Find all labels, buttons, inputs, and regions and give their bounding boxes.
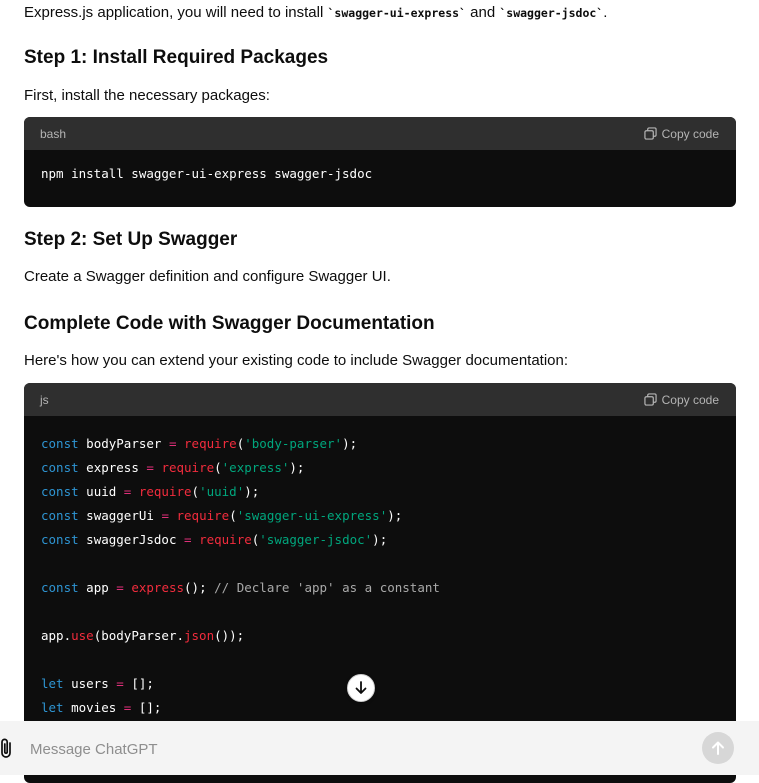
code-token: require [138, 484, 192, 499]
code-token: = [161, 508, 169, 523]
code-token: 'body-parser' [244, 436, 343, 451]
code-token: json [184, 628, 215, 643]
code-token: express [131, 580, 185, 595]
code-token: 'express' [221, 460, 290, 475]
arrow-up-icon [712, 741, 724, 755]
code-line: const express = require('express'); [41, 456, 719, 480]
code-token: ); [244, 484, 260, 499]
code-token: (); [184, 580, 215, 595]
code-token: swaggerUi [78, 508, 162, 523]
code-token: ( [191, 484, 200, 499]
copy-icon [643, 127, 657, 140]
code-line: const app = express(); // Declare 'app' … [41, 576, 719, 600]
code-token: ( [229, 508, 237, 523]
code-token: require [161, 460, 215, 475]
code-line: let users = []; [41, 672, 719, 696]
code-token: require [199, 532, 252, 547]
intro-mid: and [465, 4, 500, 21]
code-token: ); [387, 508, 403, 523]
intro-paragraph: Express.js application, you will need to… [24, 3, 607, 23]
code-token: uuid [78, 484, 124, 499]
copy-code-label: Copy code [661, 126, 719, 141]
code-token: let [41, 676, 64, 691]
code-token: const [41, 580, 79, 595]
code-token: 'swagger-ui-express' [236, 508, 388, 523]
scroll-down-button[interactable] [347, 674, 375, 702]
code-token: require [176, 508, 230, 523]
code-token: []; [123, 676, 154, 691]
paperclip-icon [1, 738, 11, 758]
code-token: ); [372, 532, 388, 547]
code-token: ( [214, 460, 222, 475]
copy-code-label: Copy code [661, 392, 719, 407]
code-line: const swaggerUi = require('swagger-ui-ex… [41, 504, 719, 528]
attach-button[interactable] [0, 737, 14, 759]
code-token: bodyParser [78, 436, 169, 451]
step1-heading: Step 1: Install Required Packages [24, 47, 329, 68]
code-line: const bodyParser = require('body-parser'… [41, 432, 719, 456]
code-token: require [184, 436, 237, 451]
code-token: // Declare 'app' as a constant [214, 580, 440, 595]
code-line: let movies = []; [41, 696, 719, 720]
step2-heading: Step 2: Set Up Swagger [24, 229, 238, 250]
code-token: express [78, 460, 147, 475]
intro-prefix: Express.js application, you will need to… [24, 4, 328, 21]
code-token: const [41, 532, 79, 547]
complete-code-text: Here's how you can extend your existing … [24, 352, 569, 369]
intro-package-2: `swagger-jsdoc` [499, 6, 604, 20]
code-token: users [63, 676, 117, 691]
code-token: const [41, 484, 79, 499]
code-token: []; [131, 700, 162, 715]
code-token: let [41, 700, 64, 715]
copy-code-button[interactable]: Copy code [643, 392, 719, 407]
code-token: 'uuid' [199, 484, 245, 499]
code-token: ()); [214, 628, 245, 643]
step1-text: First, install the necessary packages: [24, 87, 270, 104]
code-token: ); [289, 460, 305, 475]
message-input[interactable] [28, 737, 672, 761]
code-token: = [116, 580, 124, 595]
bash-code-block: bash Copy code npm install swagger-ui-ex… [24, 117, 736, 207]
code-token: = [116, 676, 124, 691]
code-line: const swaggerJsdoc = require('swagger-js… [41, 528, 719, 552]
code-line: const uuid = require('uuid'); [41, 480, 719, 504]
code-language-label: js [40, 392, 49, 407]
code-token: swaggerJsdoc [78, 532, 184, 547]
code-token: const [41, 460, 79, 475]
copy-icon [643, 393, 657, 406]
code-token: 'swagger-jsdoc' [259, 532, 373, 547]
send-button[interactable] [702, 732, 734, 764]
code-token: const [41, 508, 79, 523]
js-code-body: const bodyParser = require('body-parser'… [24, 416, 736, 720]
code-token: (bodyParser. [93, 628, 184, 643]
code-token: app [78, 580, 117, 595]
code-line: npm install swagger-ui-express swagger-j… [41, 166, 373, 181]
copy-code-button[interactable]: Copy code [643, 126, 719, 141]
code-token: movies [63, 700, 124, 715]
arrow-down-icon [355, 681, 367, 694]
code-token: app. [41, 628, 72, 643]
intro-package-1: `swagger-ui-express` [327, 6, 466, 20]
message-composer [0, 721, 759, 775]
code-block-header: bash Copy code [24, 117, 736, 150]
step2-text: Create a Swagger definition and configur… [24, 268, 391, 285]
code-language-label: bash [40, 126, 67, 141]
code-token: ); [342, 436, 358, 451]
intro-suffix: . [603, 4, 608, 21]
code-line: app.use(bodyParser.json()); [41, 624, 719, 648]
complete-code-heading: Complete Code with Swagger Documentation [24, 313, 435, 334]
code-block-header: js Copy code [24, 383, 736, 416]
code-token: use [71, 628, 94, 643]
code-token: const [41, 436, 79, 451]
code-token: = [184, 532, 192, 547]
code-token: = [146, 460, 154, 475]
